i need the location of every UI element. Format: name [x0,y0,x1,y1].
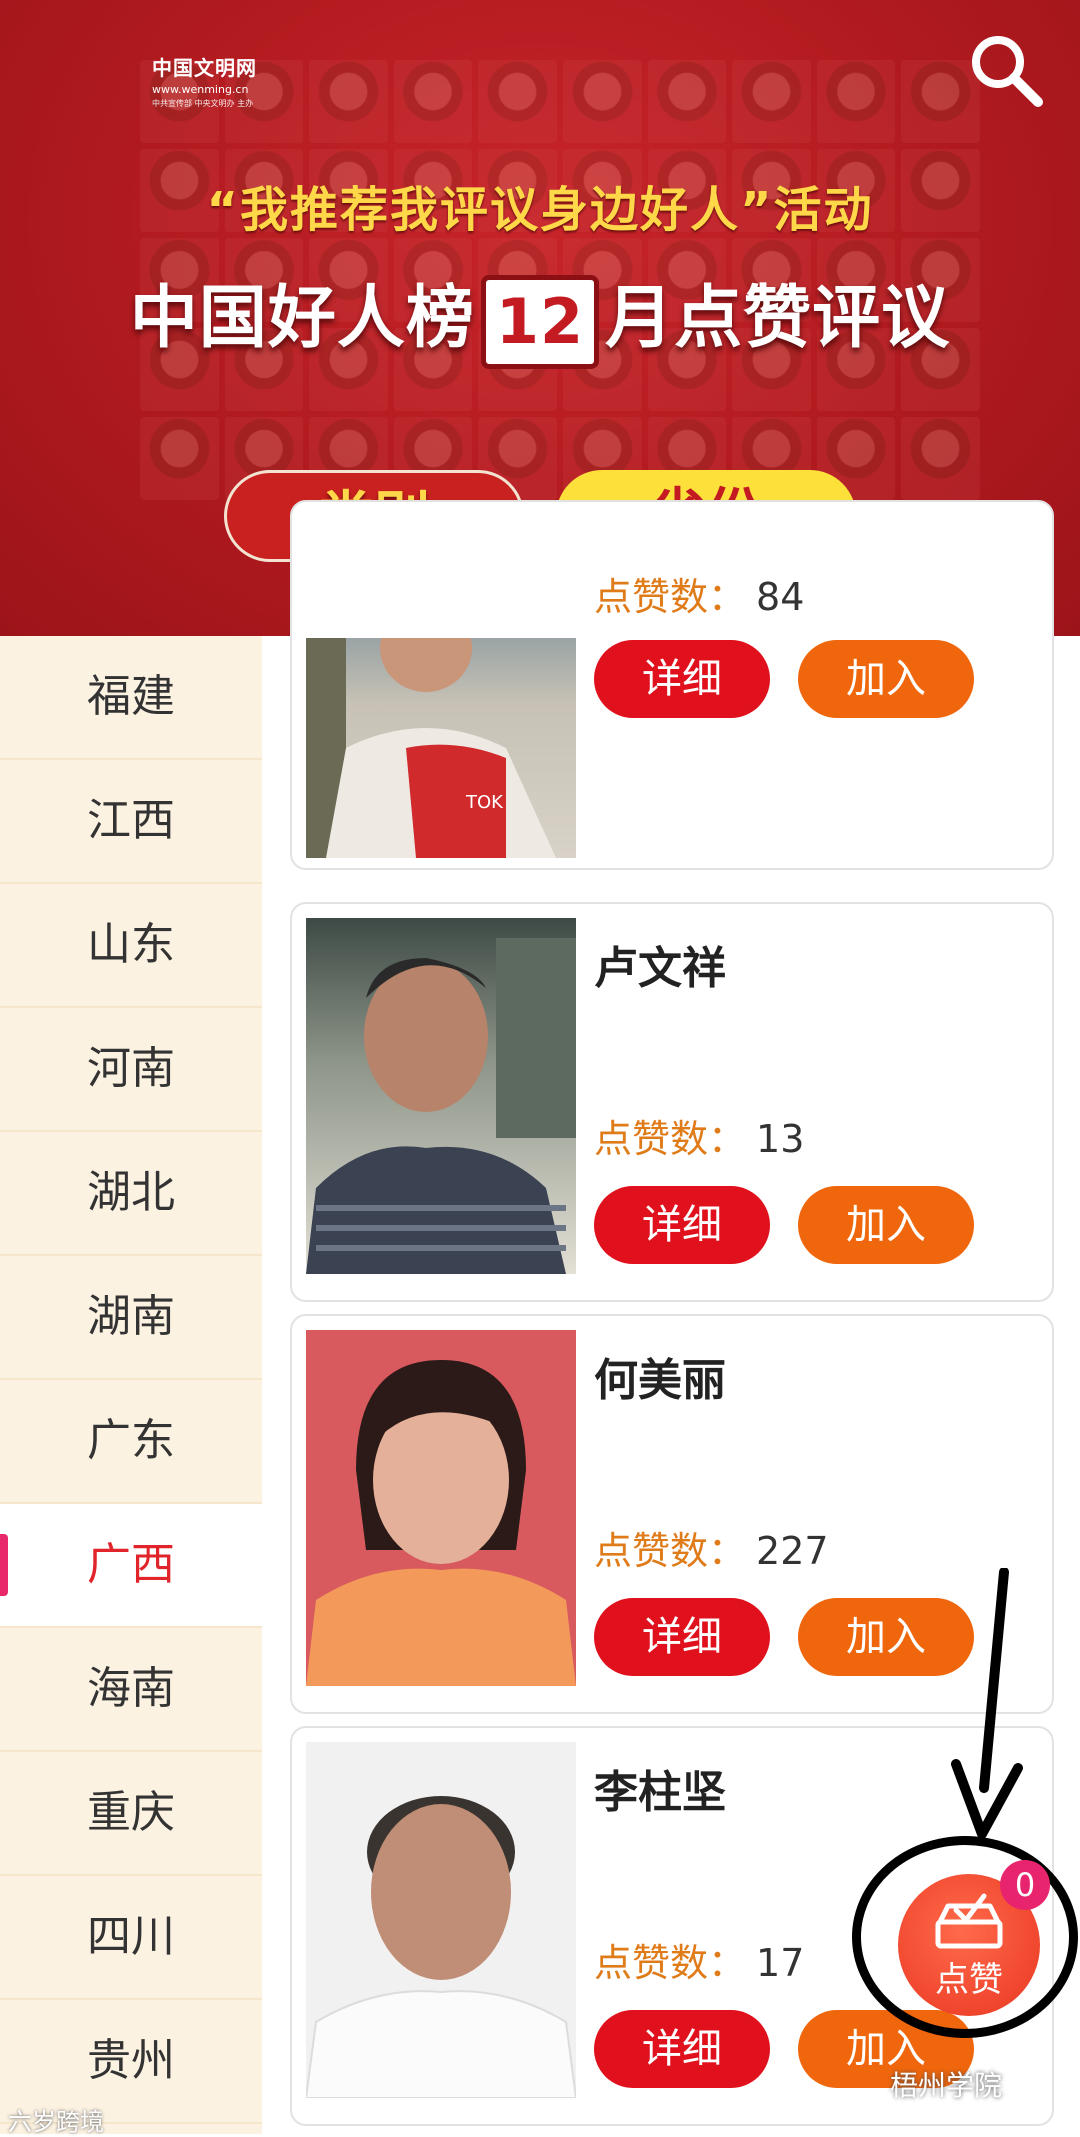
likes-count: 点赞数： 13 [594,1108,804,1163]
province-sidebar: 福建 江西 山东 河南 湖北 湖南 广东 广西 海南 重庆 四川 贵州 [0,636,262,2134]
likes-value: 84 [756,575,805,619]
likes-label: 点赞数： [594,1117,747,1161]
svg-text:TOK: TOK [465,792,504,813]
sidebar-item-hubei[interactable]: 湖北 [0,1132,262,1256]
person-name: 卢文祥 [594,943,726,994]
logo-url: www.wenming.cn [152,83,249,96]
sidebar-item-guangxi[interactable]: 广西 [0,1504,262,1628]
likes-count: 点赞数： 84 [594,566,804,621]
likes-value: 13 [756,1117,805,1161]
detail-button[interactable]: 详细 [594,2010,770,2088]
person-card: TOK 点赞数： 84 详细 加入 [290,500,1054,870]
person-photo: TOK [306,638,576,858]
detail-button[interactable]: 详细 [594,640,770,718]
site-logo: 中国文明网 www.wenming.cn 中共宣传部 中央文明办 主办 [152,52,282,109]
likes-value: 227 [756,1529,829,1573]
title-prefix: 中国好人榜 [129,279,475,358]
search-icon[interactable] [966,30,1046,110]
annotation-arrow [951,1568,1023,1839]
likes-count: 点赞数： 227 [594,1520,829,1575]
title-suffix: 月点赞评议 [605,279,951,358]
sidebar-item-fujian[interactable]: 福建 [0,636,262,760]
likes-value: 17 [756,1941,805,1985]
likes-label: 点赞数： [594,1941,747,1985]
person-card: 何美丽 点赞数： 227 详细 加入 [290,1314,1054,1714]
sidebar-item-hainan[interactable]: 海南 [0,1628,262,1752]
logo-name: 中国文明网 [152,56,257,80]
sidebar-item-henan[interactable]: 河南 [0,1008,262,1132]
vote-fab-button[interactable]: 点赞 0 [898,1860,1050,2016]
person-photo [306,918,576,1274]
sidebar-item-hunan[interactable]: 湖南 [0,1256,262,1380]
person-name: 何美丽 [594,1355,726,1406]
watermark-right: 梧州学院 [890,2069,1003,2102]
likes-count: 点赞数： 17 [594,1932,804,1987]
detail-button[interactable]: 详细 [594,1186,770,1264]
detail-button[interactable]: 详细 [594,1598,770,1676]
sidebar-item-shandong[interactable]: 山东 [0,884,262,1008]
sidebar-item-sichuan[interactable]: 四川 [0,1876,262,2000]
watermark-left: 六岁跨境 [8,2108,104,2136]
person-name: 李柱坚 [594,1767,726,1818]
vote-count-badge: 0 [1000,1860,1050,1910]
banner-title: 中国好人榜 12 月点赞评议 [0,262,1080,370]
sidebar-item-guangdong[interactable]: 广东 [0,1380,262,1504]
title-month: 12 [480,275,600,370]
join-button[interactable]: 加入 [798,1186,974,1264]
likes-label: 点赞数： [594,1529,747,1573]
person-card: 卢文祥 点赞数： 13 详细 加入 [290,902,1054,1302]
banner-subtitle: “我推荐我评议身边好人”活动 [206,182,874,238]
logo-sub: 中共宣传部 中央文明办 主办 [152,99,254,108]
sidebar-item-jiangxi[interactable]: 江西 [0,760,262,884]
vote-fab-label: 点赞 [935,1960,1003,2000]
person-photo [306,1742,576,2098]
person-photo [306,1330,576,1686]
join-button[interactable]: 加入 [798,640,974,718]
likes-label: 点赞数： [594,575,747,619]
sidebar-item-chongqing[interactable]: 重庆 [0,1752,262,1876]
